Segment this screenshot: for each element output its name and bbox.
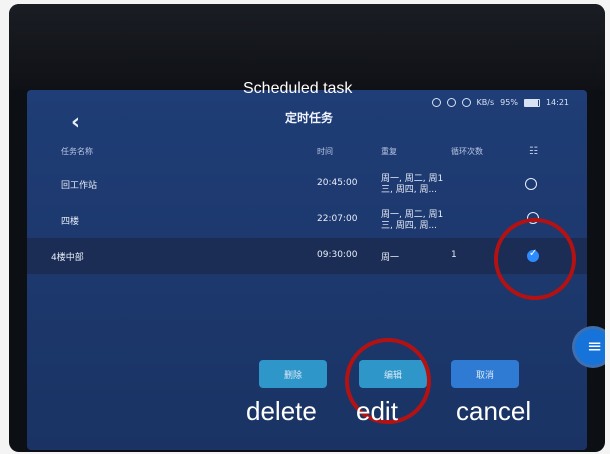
- status-icon-1: [431, 98, 441, 107]
- annotation-title: Scheduled task: [243, 80, 353, 97]
- select-radio[interactable]: [525, 178, 537, 190]
- task-name: 回工作站: [61, 181, 98, 191]
- delete-button[interactable]: 删除: [259, 360, 327, 388]
- select-list-icon: ☷: [529, 146, 538, 157]
- status-bar: KB/s 95% 14:21: [431, 98, 569, 107]
- header-time: 时间: [317, 147, 333, 156]
- battery-icon: [523, 98, 540, 107]
- header-repeat: 重复: [381, 147, 397, 156]
- task-time: 20:45:00: [317, 178, 358, 188]
- battery-percent: 95%: [500, 98, 518, 107]
- floating-menu-button[interactable]: [575, 329, 605, 365]
- header-task-name: 任务名称: [61, 147, 93, 156]
- status-icon-3: [461, 98, 471, 107]
- caption-delete: delete: [246, 396, 317, 426]
- task-repeat: 周一: [381, 253, 400, 263]
- task-time: 22:07:00: [317, 214, 358, 224]
- clock-time: 14:21: [545, 98, 569, 107]
- caption-cancel: cancel: [456, 396, 532, 426]
- table-row[interactable]: 回工作站 20:45:00 周一, 周二, 周1 三, 周四, 周...: [27, 166, 587, 202]
- back-chevron-icon[interactable]: ‹: [71, 110, 80, 135]
- status-icon-2: [446, 98, 456, 107]
- task-name: 四楼: [61, 217, 80, 227]
- caption-edit: edit: [356, 396, 398, 426]
- task-loop-count: 1: [451, 250, 457, 260]
- task-name: 4楼中部: [51, 253, 84, 263]
- task-repeat: 周一, 周二, 周1 三, 周四, 周...: [381, 174, 444, 195]
- page-title: 定时任务: [285, 111, 334, 125]
- header-loop-count: 循环次数: [451, 147, 483, 156]
- device-bezel: [9, 4, 605, 90]
- table-header: 任务名称 时间 重复 循环次数 ☷: [27, 146, 587, 166]
- annotation-circle-check: [494, 218, 576, 300]
- cancel-button[interactable]: 取消: [451, 360, 519, 388]
- task-time: 09:30:00: [317, 250, 358, 260]
- task-repeat: 周一, 周二, 周1 三, 周四, 周...: [381, 210, 444, 231]
- network-speed: KB/s: [476, 98, 495, 107]
